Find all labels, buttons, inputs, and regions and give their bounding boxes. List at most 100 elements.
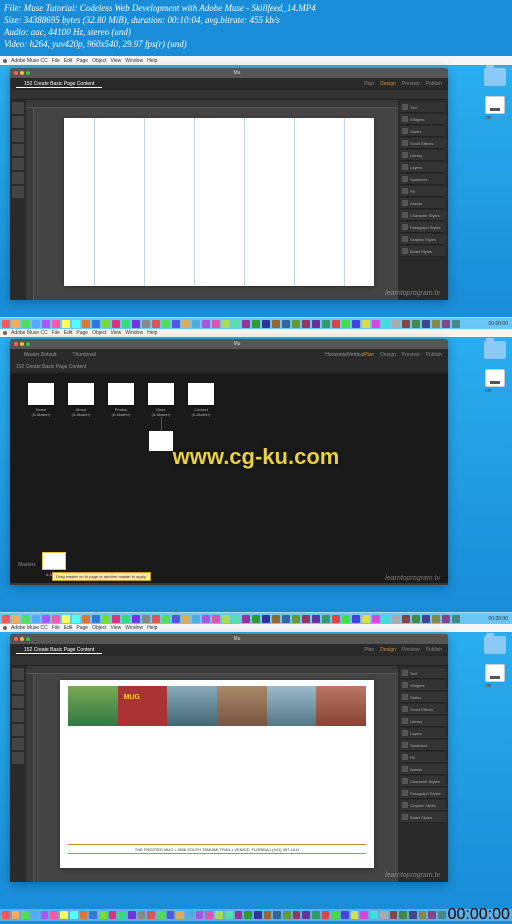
dock-app-icon[interactable]	[372, 320, 380, 328]
dock-app-icon[interactable]	[70, 911, 78, 919]
tab-thumb[interactable]: Thumbnail	[65, 352, 104, 358]
window-titlebar[interactable]: Mu	[10, 68, 448, 78]
dock-app-icon[interactable]	[21, 911, 29, 919]
dock-app-icon[interactable]	[22, 615, 30, 623]
dock-app-icon[interactable]	[322, 615, 330, 623]
mode-design[interactable]: Design	[380, 647, 396, 653]
dock-app-icon[interactable]	[352, 615, 360, 623]
mac-dock-bottom[interactable]: 00:00:00	[0, 909, 512, 921]
dock-app-icon[interactable]	[399, 911, 407, 919]
dock-app-icon[interactable]	[176, 911, 184, 919]
dock-app-icon[interactable]	[302, 615, 310, 623]
menubar-window[interactable]: Window	[125, 58, 143, 64]
dock-app-icon[interactable]	[422, 320, 430, 328]
ruler-horizontal[interactable]	[26, 100, 398, 108]
dock-app-icon[interactable]	[202, 615, 210, 623]
dock-app-icon[interactable]	[362, 615, 370, 623]
dock-app-icon[interactable]	[12, 320, 20, 328]
dock-app-icon[interactable]	[212, 320, 220, 328]
page-tab[interactable]: 152 Create Basic Page Content	[16, 81, 102, 88]
dock-app-icon[interactable]	[390, 911, 398, 919]
dock-app-icon[interactable]	[370, 911, 378, 919]
panel-swatches[interactable]: Swatches	[400, 174, 446, 185]
tools-panel[interactable]	[10, 666, 26, 882]
desktop-folder-icon[interactable]	[484, 341, 506, 359]
header-banner-image[interactable]: MUG	[68, 686, 366, 726]
dock-app-icon[interactable]	[62, 615, 70, 623]
dock-app-icon[interactable]	[273, 911, 281, 919]
plan-toolbar[interactable]: 152 Create Basic Page Content	[10, 361, 448, 373]
dock-app-icon[interactable]	[102, 320, 110, 328]
dock-app-icon[interactable]	[162, 320, 170, 328]
apple-menu-icon[interactable]	[3, 59, 7, 63]
panel-layers[interactable]: Layers	[400, 162, 446, 173]
dock-app-icon[interactable]	[152, 615, 160, 623]
design-canvas[interactable]: MUG THE FROSTED MUG • 1856 SOUTH TAMIAMI…	[26, 666, 398, 882]
dock-app-icon[interactable]	[60, 911, 68, 919]
panel-widgets[interactable]: Widgets	[400, 114, 446, 125]
dock-app-icon[interactable]	[50, 911, 58, 919]
dock-app-icon[interactable]	[62, 320, 70, 328]
dock-app-icon[interactable]	[52, 615, 60, 623]
mode-preview[interactable]: Preview	[402, 647, 420, 653]
dock-app-icon[interactable]	[242, 320, 250, 328]
dock-app-icon[interactable]	[2, 911, 10, 919]
dock-app-icon[interactable]	[202, 320, 210, 328]
dock-app-icon[interactable]	[362, 320, 370, 328]
dock-app-icon[interactable]	[272, 615, 280, 623]
dock-app-icon[interactable]	[12, 911, 20, 919]
ruler-vertical[interactable]	[26, 108, 34, 300]
plan-vertical[interactable]: Vertical	[348, 352, 364, 358]
dock-app-icon[interactable]	[293, 911, 301, 919]
dock-app-icon[interactable]	[112, 615, 120, 623]
dock-app-icon[interactable]	[162, 615, 170, 623]
dock-app-icon[interactable]	[442, 320, 450, 328]
options-toolbar[interactable]	[10, 90, 448, 100]
panel-charstyle[interactable]: Character Styles	[400, 210, 446, 221]
dock-app-icon[interactable]	[147, 911, 155, 919]
sitemap-view[interactable]: Home(A-Master) About(A-Master) Photos(A-…	[10, 373, 448, 583]
desktop-folder-icon[interactable]	[484, 68, 506, 86]
mac-menubar-2[interactable]: Adobe Muse CC File Edit Page Object View…	[0, 329, 512, 337]
menubar-help[interactable]: Help	[147, 58, 157, 64]
mode-preview[interactable]: Preview	[402, 352, 420, 358]
dock-app-icon[interactable]	[92, 615, 100, 623]
panel-library[interactable]: Library	[400, 150, 446, 161]
dock-app-icon[interactable]	[419, 911, 427, 919]
ruler-horizontal[interactable]	[26, 666, 398, 674]
page-footer-text[interactable]: THE FROSTED MUG • 1856 SOUTH TAMIAMI TRA…	[68, 844, 366, 854]
dock-app-icon[interactable]	[142, 615, 150, 623]
dock-app-icon[interactable]	[432, 320, 440, 328]
dock-app-icon[interactable]	[12, 615, 20, 623]
dock-app-icon[interactable]	[302, 320, 310, 328]
dock-app-icon[interactable]	[382, 615, 390, 623]
dock-app-icon[interactable]	[341, 911, 349, 919]
dock-app-icon[interactable]	[452, 615, 460, 623]
dock-app-icon[interactable]	[138, 911, 146, 919]
page-photos[interactable]	[108, 383, 134, 405]
desktop-drive-icon[interactable]: ctv	[485, 664, 505, 689]
desktop-folder-icon[interactable]	[484, 636, 506, 654]
dock-app-icon[interactable]	[142, 320, 150, 328]
dock-app-icon[interactable]	[312, 320, 320, 328]
menubar-page[interactable]: Page	[76, 58, 88, 64]
dock-app-icon[interactable]	[302, 911, 310, 919]
dock-app-icon[interactable]	[132, 615, 140, 623]
window-titlebar[interactable]: Mu	[10, 339, 448, 349]
mode-publish[interactable]: Publish	[426, 647, 442, 653]
dock-app-icon[interactable]	[42, 320, 50, 328]
dock-app-icon[interactable]	[438, 911, 446, 919]
dock-app-icon[interactable]	[432, 615, 440, 623]
dock-app-icon[interactable]	[192, 615, 200, 623]
dock-app-icon[interactable]	[80, 911, 88, 919]
dock-app-icon[interactable]	[312, 615, 320, 623]
dock-app-icon[interactable]	[292, 615, 300, 623]
dock-app-icon[interactable]	[292, 320, 300, 328]
menubar-object[interactable]: Object	[92, 58, 106, 64]
dock-app-icon[interactable]	[186, 911, 194, 919]
dock-app-icon[interactable]	[392, 615, 400, 623]
page-about[interactable]	[68, 383, 94, 405]
dock-app-icon[interactable]	[222, 615, 230, 623]
mac-menubar[interactable]: Adobe Muse CC File Edit Page Object View…	[0, 56, 512, 65]
dock-app-icon[interactable]	[215, 911, 223, 919]
